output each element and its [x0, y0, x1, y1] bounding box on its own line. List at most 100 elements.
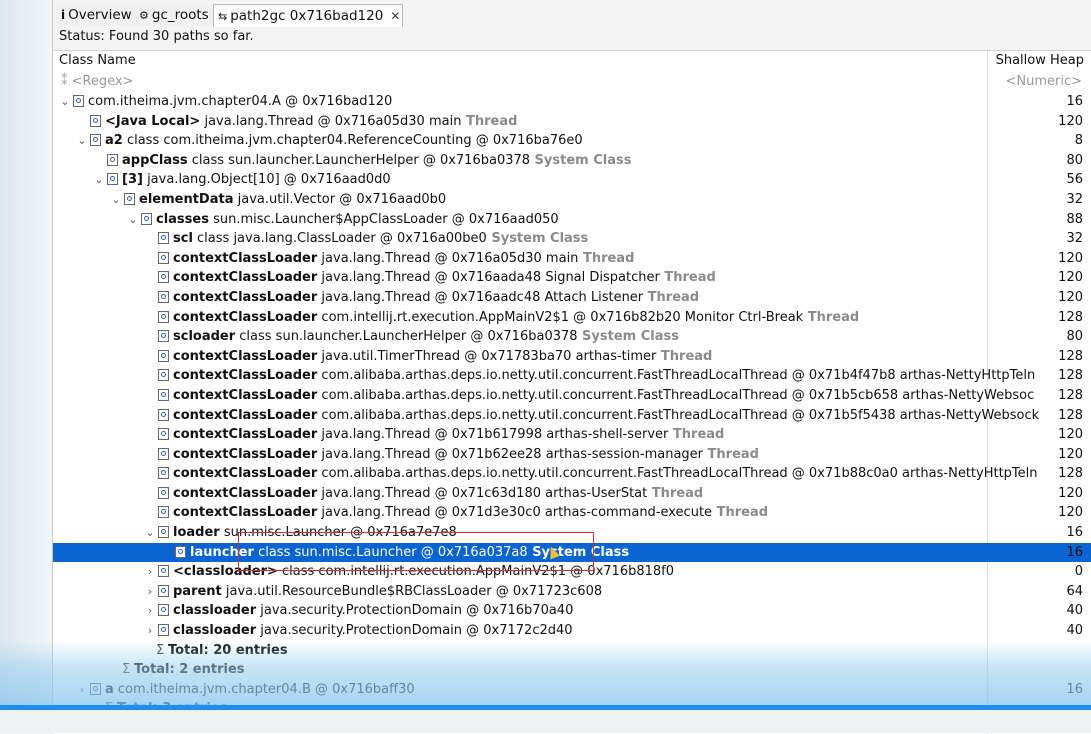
tree-row[interactable]: contextClassLoader java.lang.Thread @ 0x…	[53, 288, 1091, 308]
chevron-right-icon[interactable]: ›	[76, 680, 88, 700]
tree-row[interactable]: ⌄ classes sun.misc.Launcher$AppClassLoade…	[53, 210, 1091, 230]
tree-row[interactable]: contextClassLoader java.util.TimerThread…	[53, 347, 1091, 367]
tab-label: Overview	[68, 7, 132, 23]
chevron-down-icon[interactable]: ⌄	[59, 92, 71, 112]
tree-row[interactable]: contextClassLoader java.lang.Thread @ 0x…	[53, 249, 1091, 269]
tree-row[interactable]: contextClassLoader com.alibaba.arthas.de…	[53, 406, 1091, 426]
object-icon	[158, 526, 169, 539]
tab-label: gc_roots	[151, 7, 209, 23]
class-name-cell: ⌄ [3] java.lang.Object[10] @ 0x716aad0d0	[53, 170, 1027, 190]
shallow-heap-cell: 120	[1058, 446, 1083, 462]
chevron-down-icon[interactable]: ⌄	[127, 210, 139, 230]
field-name: contextClassLoader	[173, 466, 318, 482]
object-icon	[158, 349, 169, 362]
chevron-down-icon[interactable]: ⌄	[144, 523, 156, 543]
tree-row[interactable]: Σ Total: 2 entries	[53, 660, 1091, 680]
field-name: contextClassLoader	[173, 446, 318, 462]
tree-row[interactable]: appClass class sun.launcher.LauncherHelp…	[53, 151, 1091, 171]
class-name-cell: › classloader java.security.ProtectionDom…	[53, 621, 1078, 641]
chevron-down-icon[interactable]: ⌄	[110, 190, 122, 210]
class-name-cell: appClass class sun.launcher.LauncherHelp…	[53, 151, 1027, 171]
tree-row[interactable]: ⌄ elementData java.util.Vector @ 0x716aad…	[53, 190, 1091, 210]
object-icon	[158, 565, 169, 578]
chevron-down-icon[interactable]: ⌄	[93, 170, 105, 190]
tree-row[interactable]: › <classloader> class com.intellij.rt.exe…	[53, 562, 1091, 582]
tree-row[interactable]: ⌄ loader sun.misc.Launcher @ 0x716a7e7e8 1…	[53, 523, 1091, 543]
tree-row[interactable]: contextClassLoader java.lang.Thread @ 0x…	[53, 268, 1091, 288]
chevron-right-icon[interactable]: ›	[144, 621, 156, 641]
shallow-heap-cell: 128	[1058, 466, 1083, 482]
tree-row[interactable]: launcher class sun.misc.Launcher @ 0x716…	[53, 542, 1091, 563]
class-name-cell: <Java Local> java.lang.Thread @ 0x716a05…	[53, 112, 1010, 132]
class-name-cell: contextClassLoader com.alibaba.arthas.de…	[53, 464, 1078, 484]
object-icon	[158, 467, 169, 480]
object-tag: Thread	[643, 289, 700, 305]
tree-row[interactable]: <Java Local> java.lang.Thread @ 0x716a05…	[53, 112, 1091, 132]
tree-row[interactable]: contextClassLoader com.intellij.rt.execu…	[53, 308, 1091, 328]
object-tag: System Class	[530, 152, 632, 168]
chevron-down-icon[interactable]: ⌄	[76, 131, 88, 151]
field-name: contextClassLoader	[173, 250, 318, 266]
chevron-right-icon[interactable]: ›	[144, 601, 156, 621]
tree-row[interactable]: contextClassLoader com.alibaba.arthas.de…	[53, 366, 1091, 386]
object-tag: Thread	[659, 270, 716, 286]
tree-row[interactable]: contextClassLoader com.alibaba.arthas.de…	[53, 386, 1091, 406]
class-name-cell: contextClassLoader com.alibaba.arthas.de…	[53, 406, 1078, 426]
tree-row[interactable]: contextClassLoader java.lang.Thread @ 0x…	[53, 445, 1091, 465]
regex-filter-input[interactable]: ⁑ <Regex>	[61, 72, 133, 92]
field-name: contextClassLoader	[173, 505, 318, 521]
tree-row[interactable]: scl class java.lang.ClassLoader @ 0x716a…	[53, 229, 1091, 249]
field-name: contextClassLoader	[173, 485, 318, 501]
filter-icon: ⁑	[61, 74, 68, 89]
tab-overview[interactable]: i Overview	[57, 4, 142, 26]
tree-row[interactable]: contextClassLoader java.lang.Thread @ 0x…	[53, 503, 1091, 523]
tree-row[interactable]: scloader class sun.launcher.LauncherHelp…	[53, 327, 1091, 347]
chevron-right-icon[interactable]: ›	[144, 562, 156, 582]
shallow-heap-cell: 16	[1066, 544, 1083, 560]
tree-row[interactable]: › a com.itheima.jvm.chapter04.B @ 0x716ba…	[53, 680, 1091, 700]
tab-gc-roots[interactable]: ⚙ gc_roots	[135, 4, 220, 26]
chevron-right-icon[interactable]: ›	[144, 582, 156, 602]
class-name-cell: launcher class sun.misc.Launcher @ 0x716…	[53, 542, 1091, 563]
heap-dump-editor: i Overview ⚙ gc_roots ⇆ path2gc 0x716bad…	[52, 0, 1091, 734]
tree-row[interactable]: ⌄ [3] java.lang.Object[10] @ 0x716aad0d0 5…	[53, 170, 1091, 190]
tree-row[interactable]: Σ Total: 20 entries	[53, 641, 1091, 661]
tree-row[interactable]: contextClassLoader java.lang.Thread @ 0x…	[53, 484, 1091, 504]
shallow-heap-cell: 80	[1066, 152, 1083, 168]
object-icon	[158, 330, 169, 343]
shallow-heap-cell: 40	[1066, 603, 1083, 619]
shallow-heap-cell: 120	[1058, 113, 1083, 129]
tree-row[interactable]: ⌄ com.itheima.jvm.chapter04.A @ 0x716bad1…	[53, 92, 1091, 112]
object-icon	[107, 173, 118, 186]
field-name: classloader	[173, 623, 257, 639]
tree-row[interactable]: contextClassLoader java.lang.Thread @ 0x…	[53, 425, 1091, 445]
sum-icon: Σ	[156, 642, 165, 658]
shallow-heap-cell: 128	[1058, 348, 1083, 364]
field-name: a2	[105, 133, 123, 149]
field-name: a	[105, 681, 114, 697]
numeric-filter-input[interactable]: <Numeric>	[1005, 72, 1082, 92]
shallow-heap-cell: 16	[1066, 525, 1083, 541]
column-header-shallow-heap[interactable]: Shallow Heap	[996, 51, 1084, 71]
tree-row[interactable]: › classloader java.security.ProtectionDom…	[53, 621, 1091, 641]
class-name-cell: ⌄ elementData java.util.Vector @ 0x716aad…	[53, 190, 1044, 210]
shallow-heap-cell: 120	[1058, 289, 1083, 305]
close-icon[interactable]: ✕	[390, 9, 400, 23]
tree-row[interactable]: › parent java.util.ResourceBundle$RBClass…	[53, 582, 1091, 602]
object-tag: Thread	[803, 309, 860, 325]
object-tag: Thread	[647, 485, 704, 501]
object-tag: Thread	[656, 348, 713, 364]
object-tag: System Class	[486, 231, 589, 247]
class-name-cell: › parent java.util.ResourceBundle$RBClass…	[53, 582, 1078, 602]
shallow-heap-cell: 16	[1066, 94, 1083, 109]
class-name-cell: contextClassLoader java.lang.Thread @ 0x…	[53, 425, 1078, 445]
class-name-cell: › <classloader> class com.intellij.rt.exe…	[53, 562, 1078, 582]
tree-row[interactable]: ⌄ a2 class com.itheima.jvm.chapter04.Refe…	[53, 131, 1091, 151]
column-header-class-name[interactable]: Class Name	[59, 51, 136, 71]
tab-path2gc[interactable]: ⇆ path2gc 0x716bad120 ✕	[213, 4, 403, 27]
class-name-cell: ⌄ loader sun.misc.Launcher @ 0x716a7e7e8	[53, 523, 1078, 543]
class-name-cell: contextClassLoader java.util.TimerThread…	[53, 347, 1078, 367]
tree-row[interactable]: contextClassLoader com.alibaba.arthas.de…	[53, 464, 1091, 484]
object-icon	[90, 114, 101, 127]
tree-row[interactable]: › classloader java.security.ProtectionDom…	[53, 601, 1091, 621]
